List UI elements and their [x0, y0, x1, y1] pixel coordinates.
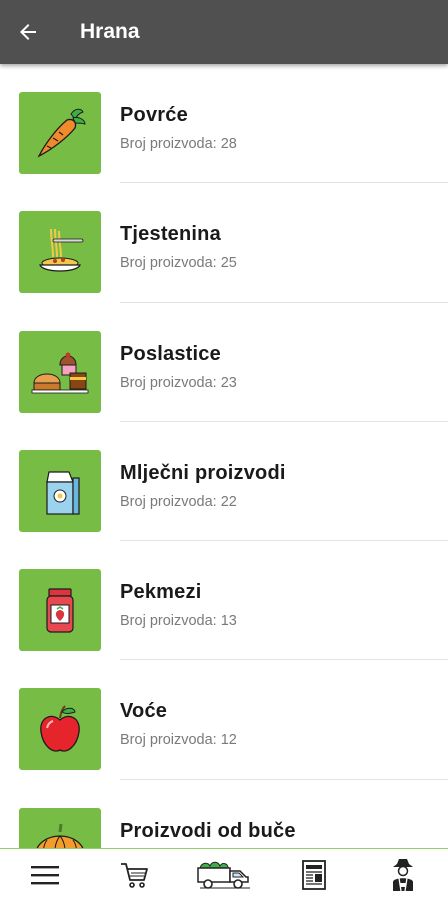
category-count: Broj proizvoda: 28 [120, 136, 237, 152]
farmer-icon [393, 858, 414, 891]
category-title: Mlječni proizvodi [120, 461, 286, 484]
menu-icon [30, 865, 59, 884]
app-screen: Hrana Povrće Broj proizvoda: 28 Tjesteni… [0, 0, 448, 900]
category-title: Tjestenina [120, 223, 221, 246]
category-thumbnail [19, 688, 101, 771]
bottom-navigation [0, 848, 448, 900]
jam-jar-icon [46, 588, 74, 633]
category-title: Pekmezi [120, 581, 202, 604]
category-item[interactable]: Proizvodi od buče [0, 780, 448, 848]
nav-delivery-button[interactable] [194, 850, 254, 900]
category-count: Broj proizvoda: 23 [120, 374, 237, 391]
newspaper-icon [301, 859, 326, 890]
delivery-truck-icon [197, 861, 250, 889]
category-title: Poslastice [120, 342, 221, 365]
category-item[interactable]: Povrće Broj proizvoda: 28 [0, 64, 448, 184]
nav-menu-button[interactable] [15, 850, 75, 900]
category-title: Povrće [120, 104, 188, 126]
category-list: Povrće Broj proizvoda: 28 Tjestenina Bro… [0, 64, 448, 848]
category-item[interactable]: Pekmezi Broj proizvoda: 13 [0, 541, 448, 661]
page-title: Hrana [80, 20, 140, 43]
category-thumbnail [19, 569, 101, 652]
apple-icon [40, 705, 80, 753]
pumpkin-icon [36, 823, 84, 848]
category-title: Voće [120, 700, 168, 723]
category-item[interactable]: Tjestenina Broj proizvoda: 25 [0, 183, 448, 303]
back-button[interactable] [0, 0, 56, 64]
arrow-left-icon [20, 24, 36, 40]
pastry-icon [31, 352, 89, 393]
category-thumbnail [19, 330, 101, 413]
cart-icon [121, 862, 149, 888]
category-thumbnail [19, 211, 101, 294]
category-item[interactable]: Mlječni proizvodi Broj proizvoda: 22 [0, 422, 448, 542]
category-count: Broj proizvoda: 25 [120, 255, 237, 272]
category-count: Broj proizvoda: 12 [120, 732, 237, 749]
category-thumbnail [19, 92, 101, 174]
category-thumbnail [19, 449, 101, 532]
category-count: Broj proizvoda: 13 [120, 613, 237, 630]
app-bar: Hrana [0, 0, 448, 64]
category-thumbnail [19, 807, 101, 848]
carrot-icon [37, 108, 86, 158]
category-item[interactable]: Poslastice Broj proizvoda: 23 [0, 303, 448, 422]
milk-carton-icon [46, 471, 80, 515]
category-title: Proizvodi od buče [120, 819, 296, 842]
category-item[interactable]: Voće Broj proizvoda: 12 [0, 660, 448, 780]
nav-news-button[interactable] [284, 850, 344, 900]
pasta-icon [39, 229, 84, 272]
category-count: Broj proizvoda: 22 [120, 493, 237, 510]
nav-farmer-button[interactable] [373, 850, 433, 900]
nav-cart-button[interactable] [104, 850, 164, 900]
